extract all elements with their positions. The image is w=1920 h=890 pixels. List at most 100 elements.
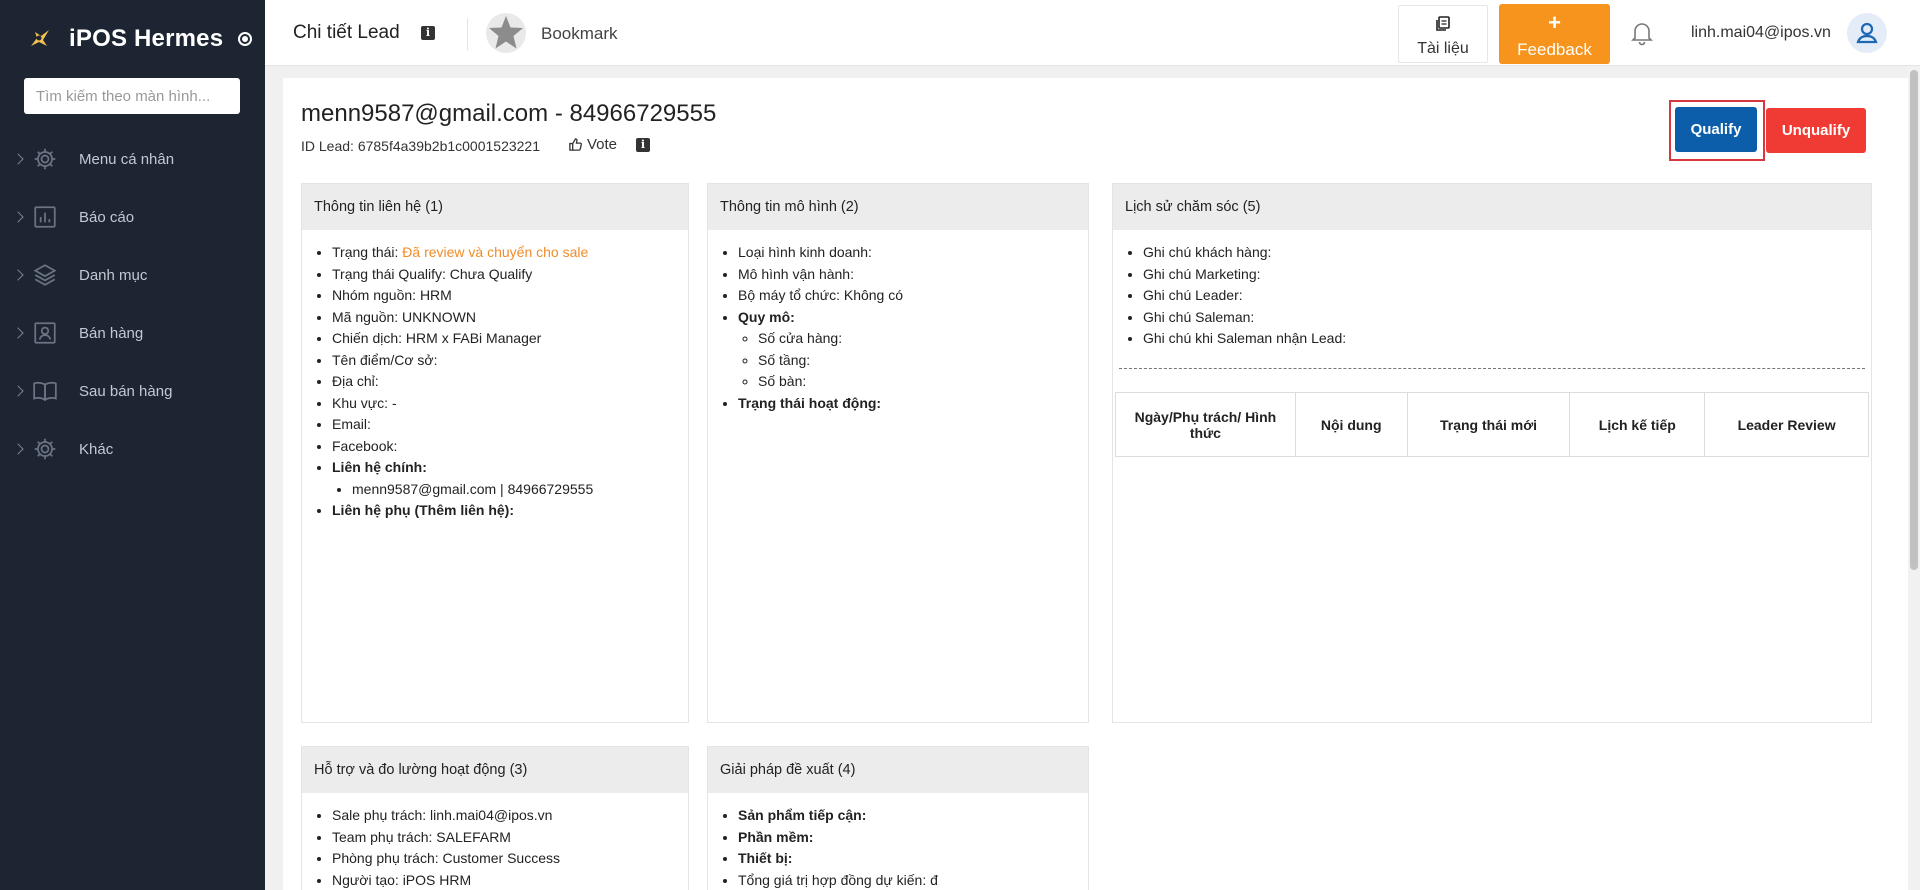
list-item: Quy mô: Số cửa hàng: Số tầng: Số bàn: <box>738 307 1088 393</box>
scale-list: Số cửa hàng: Số tầng: Số bàn: <box>738 328 1088 393</box>
qualify-highlight: Qualify <box>1669 100 1765 161</box>
notes-list: Ghi chú khách hàng: Ghi chú Marketing: G… <box>1113 242 1871 350</box>
lead-id: ID Lead: 6785f4a39b2b1c0001523221 <box>301 138 540 154</box>
bell-icon[interactable] <box>1629 20 1655 46</box>
unqualify-button[interactable]: Unqualify <box>1766 108 1866 153</box>
model-info-card: Thông tin mô hình (2) Loại hình kinh doa… <box>707 183 1089 723</box>
chevron-right-icon <box>12 153 24 165</box>
list-item: Số bàn: <box>758 371 1088 393</box>
column-header: Leader Review <box>1704 392 1869 457</box>
bookmark-star-icon[interactable] <box>485 12 527 54</box>
docs-icon <box>1436 16 1450 31</box>
card-title: Lịch sử chăm sóc (5) <box>1113 184 1871 230</box>
sidebar-item-reports[interactable]: Báo cáo <box>0 188 265 246</box>
list-item: Liên hệ phụ (Thêm liên hệ): <box>332 500 688 522</box>
divider <box>467 18 468 50</box>
lead-title: menn9587@gmail.com - 84966729555 <box>301 100 717 127</box>
secondary-contact-link[interactable]: Liên hệ phụ (Thêm liên hệ): <box>332 502 514 518</box>
list-item: Phòng phụ trách: Customer Success <box>332 848 688 870</box>
avatar[interactable] <box>1847 13 1887 53</box>
lead-detail-panel: menn9587@gmail.com - 84966729555 ID Lead… <box>283 78 1908 890</box>
plus-icon: + <box>1548 10 1561 35</box>
dashed-divider <box>1119 368 1865 369</box>
list-item: Chiến dịch: HRM x FABi Manager <box>332 328 688 350</box>
card-title: Thông tin liên hệ (1) <box>302 184 688 230</box>
history-table: Ngày/Phụ trách/ Hình thức Nội dung Trạng… <box>1115 392 1869 457</box>
page-title: Chi tiết Lead <box>293 22 400 43</box>
gear-icon <box>34 148 56 170</box>
list-item: Số cửa hàng: <box>758 328 1088 350</box>
contact-info-card: Thông tin liên hệ (1) Trạng thái: Đã rev… <box>301 183 689 723</box>
sales-icon <box>34 322 56 344</box>
list-item: Tên điểm/Cơ sở: <box>332 350 688 372</box>
sidebar-item-label: Danh mục <box>79 266 148 284</box>
support-card: Hỗ trợ và đo lường hoạt động (3) Sale ph… <box>301 746 689 890</box>
support-list: Sale phụ trách: linh.mai04@ipos.vn Team … <box>302 805 688 890</box>
gear-icon <box>34 438 56 460</box>
top-bar: Chi tiết Lead i Bookmark Tài liệu + Feed… <box>265 0 1920 66</box>
vote-button[interactable]: Vote <box>568 136 617 153</box>
feedback-button[interactable]: + Feedback <box>1499 4 1610 64</box>
list-item: Địa chỉ: <box>332 371 688 393</box>
list-item: Loại hình kinh doanh: <box>738 242 1088 264</box>
logo-icon <box>31 30 49 46</box>
sidebar-item-after-sales[interactable]: Sau bán hàng <box>0 362 265 420</box>
page-scrollbar[interactable] <box>1908 66 1920 890</box>
list-item: Liên hệ chính: menn9587@gmail.com | 8496… <box>332 457 688 500</box>
sidebar-item-catalog[interactable]: Danh mục <box>0 246 265 304</box>
column-header: Nội dung <box>1294 392 1408 457</box>
contact-info-list: Trạng thái: Đã review và chuyển cho sale… <box>302 242 688 522</box>
info-icon[interactable]: i <box>421 26 435 40</box>
activity-status-label: Trạng thái hoạt động: <box>738 394 882 411</box>
list-item: Bộ máy tổ chức: Không có <box>738 285 1088 307</box>
list-item: Người tạo: iPOS HRM <box>332 870 688 890</box>
screen-search-input[interactable] <box>24 78 240 114</box>
sidebar-item-label: Báo cáo <box>79 208 135 226</box>
list-item: Trạng thái: Đã review và chuyển cho sale <box>332 242 688 264</box>
scale-label: Quy mô: <box>738 308 795 325</box>
thumbs-up-icon <box>569 138 583 151</box>
list-item: Mã nguồn: UNKNOWN <box>332 307 688 329</box>
sidebar-toggle-icon[interactable] <box>238 32 253 46</box>
scrollbar-thumb[interactable] <box>1910 70 1918 570</box>
book-icon <box>33 381 57 402</box>
card-title: Thông tin mô hình (2) <box>708 184 1088 230</box>
docs-label: Tài liệu <box>1417 40 1469 57</box>
chevron-right-icon <box>12 211 24 223</box>
list-item: Ghi chú khách hàng: <box>1143 242 1871 264</box>
bookmark-label[interactable]: Bookmark <box>541 24 618 44</box>
info-icon[interactable]: i <box>636 138 650 152</box>
card-title: Giải pháp đề xuất (4) <box>708 747 1088 793</box>
solution-list: Sản phẩm tiếp cận: Phần mềm: Thiết bị: T… <box>708 805 1088 890</box>
list-item: Tổng giá trị hợp đồng dự kiến: đ <box>738 870 1088 890</box>
sidebar-item-other[interactable]: Khác <box>0 420 265 478</box>
list-item: Trạng thái Qualify: Chưa Qualify <box>332 264 688 286</box>
solution-card: Giải pháp đề xuất (4) Sản phẩm tiếp cận:… <box>707 746 1089 890</box>
status-value: Đã review và chuyển cho sale <box>402 244 589 260</box>
docs-button[interactable]: Tài liệu <box>1398 5 1488 63</box>
vote-label: Vote <box>587 136 618 153</box>
list-item: Mô hình vận hành: <box>738 264 1088 286</box>
main-contact-label: Liên hệ chính: <box>332 459 427 475</box>
user-icon <box>1856 22 1878 44</box>
sidebar-item-label: Bán hàng <box>79 324 144 342</box>
list-item: Ghi chú Saleman: <box>1143 307 1871 329</box>
sidebar-item-sales[interactable]: Bán hàng <box>0 304 265 362</box>
chevron-right-icon <box>12 327 24 339</box>
sidebar-menu: Menu cá nhân Báo cáo Danh mục Bán hàng S… <box>0 130 265 478</box>
column-header: Trạng thái mới <box>1406 392 1571 457</box>
list-item: Nhóm nguồn: HRM <box>332 285 688 307</box>
feedback-label: Feedback <box>1517 40 1592 59</box>
model-info-list: Loại hình kinh doanh: Mô hình vận hành: … <box>708 242 1088 414</box>
user-email[interactable]: linh.mai04@ipos.vn <box>1691 24 1831 42</box>
chevron-right-icon <box>12 269 24 281</box>
chevron-right-icon <box>12 385 24 397</box>
list-item: Số tầng: <box>758 350 1088 372</box>
software-label: Phần mềm: <box>738 828 814 845</box>
chevron-right-icon <box>12 443 24 455</box>
sidebar-item-personal-menu[interactable]: Menu cá nhân <box>0 130 265 188</box>
column-header: Ngày/Phụ trách/ Hình thức <box>1115 392 1296 457</box>
qualify-button[interactable]: Qualify <box>1675 107 1757 152</box>
main-contact-list: menn9587@gmail.com | 84966729555 <box>332 479 688 501</box>
sidebar-item-label: Menu cá nhân <box>79 150 175 168</box>
